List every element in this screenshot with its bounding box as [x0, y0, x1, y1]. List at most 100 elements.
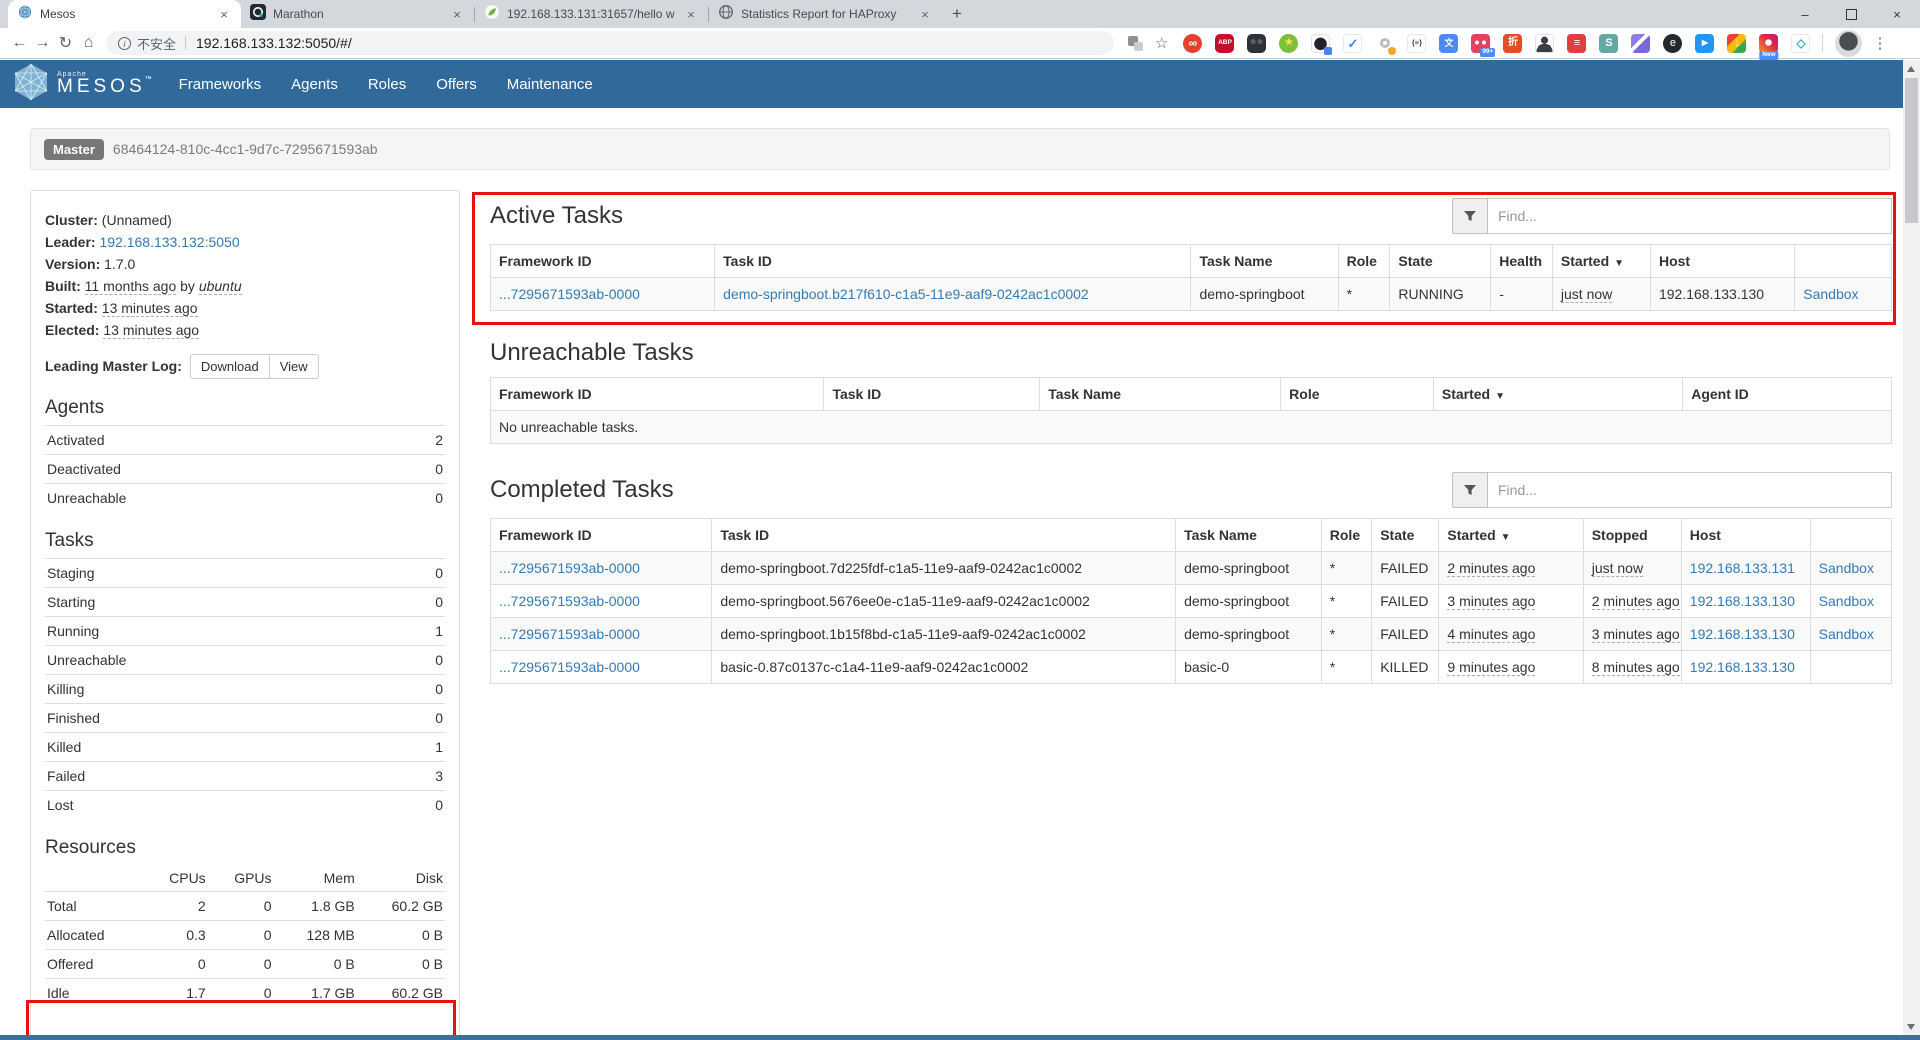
- tab-close-icon[interactable]: ×: [216, 7, 232, 22]
- extension-adblock-plus-icon[interactable]: ABP: [1215, 34, 1234, 53]
- extension-camera-new-icon[interactable]: New: [1759, 34, 1778, 53]
- col-task-name[interactable]: Task Name: [1040, 378, 1281, 411]
- window-minimize-button[interactable]: –: [1782, 0, 1828, 28]
- col-stopped[interactable]: Stopped: [1583, 519, 1681, 552]
- health-cell: -: [1491, 278, 1553, 311]
- extension-purple-edit-icon[interactable]: [1631, 34, 1650, 53]
- browser-menu-icon[interactable]: ⋮: [1872, 34, 1886, 52]
- leader-link[interactable]: 192.168.133.132:5050: [99, 234, 239, 250]
- mesos-logo[interactable]: ApacheMESOS™: [0, 63, 164, 106]
- nav-agents[interactable]: Agents: [291, 76, 338, 93]
- extension-vpn-infinity-icon[interactable]: ∞: [1183, 34, 1202, 53]
- extension-e-circle-icon[interactable]: e: [1663, 34, 1682, 53]
- scrollbar-thumb[interactable]: [1905, 78, 1918, 223]
- window-close-button[interactable]: ×: [1874, 0, 1920, 28]
- window-restore-button[interactable]: [1828, 0, 1874, 28]
- extension-translate-icon[interactable]: 文: [1439, 34, 1458, 53]
- scroll-down-icon[interactable]: [1907, 1024, 1915, 1030]
- col-started[interactable]: Started▼: [1439, 519, 1583, 552]
- home-button[interactable]: ⌂: [77, 34, 100, 52]
- back-button[interactable]: ←: [8, 34, 31, 52]
- col-state[interactable]: State: [1372, 519, 1439, 552]
- sort-desc-icon: ▼: [1495, 391, 1505, 402]
- host-link[interactable]: 192.168.133.131: [1690, 560, 1795, 576]
- filter-funnel-button[interactable]: [1452, 198, 1488, 234]
- col-task-id[interactable]: Task ID: [712, 519, 1176, 552]
- tab-hello-app[interactable]: 192.168.133.131:31657/hello w ×: [475, 0, 708, 28]
- page-scrollbar[interactable]: [1903, 60, 1920, 1040]
- extension-red-notes-icon[interactable]: ≡: [1567, 34, 1586, 53]
- col-role[interactable]: Role: [1338, 245, 1390, 278]
- col-host[interactable]: Host: [1681, 519, 1810, 552]
- nav-frameworks[interactable]: Frameworks: [179, 76, 262, 93]
- log-download-button[interactable]: Download: [190, 354, 270, 379]
- tab-close-icon[interactable]: ×: [917, 7, 933, 22]
- tab-haproxy-stats[interactable]: Statistics Report for HAProxy ×: [709, 0, 942, 28]
- nav-offers[interactable]: Offers: [436, 76, 477, 93]
- extension-share-pages-icon[interactable]: ▶: [1695, 34, 1714, 53]
- col-role[interactable]: Role: [1281, 378, 1434, 411]
- col-framework-id[interactable]: Framework ID: [491, 519, 712, 552]
- col-task-id[interactable]: Task ID: [824, 378, 1040, 411]
- extension-downloader-icon[interactable]: ↓: [1727, 34, 1746, 53]
- extension-green-star-icon[interactable]: ★: [1279, 34, 1298, 53]
- extension-user-switch-icon[interactable]: [1535, 34, 1554, 53]
- host-link[interactable]: 192.168.133.130: [1690, 626, 1795, 642]
- active-tasks-find-input[interactable]: [1488, 198, 1892, 234]
- col-framework-id[interactable]: Framework ID: [491, 245, 715, 278]
- host-link[interactable]: 192.168.133.130: [1690, 659, 1795, 675]
- sandbox-link[interactable]: Sandbox: [1819, 593, 1874, 609]
- col-started[interactable]: Started▼: [1552, 245, 1650, 278]
- tab-close-icon[interactable]: ×: [449, 7, 465, 22]
- extension-hex-mesh-icon[interactable]: ◇: [1791, 34, 1810, 53]
- framework-id-link[interactable]: ...7295671593ab-0000: [499, 626, 640, 642]
- unreachable-tasks-table: Framework ID Task ID Task Name Role Star…: [490, 377, 1892, 444]
- log-view-button[interactable]: View: [270, 354, 319, 379]
- col-role[interactable]: Role: [1321, 519, 1371, 552]
- extension-dark-mask-icon[interactable]: [1247, 34, 1266, 53]
- host-link[interactable]: 192.168.133.130: [1690, 593, 1795, 609]
- sandbox-link[interactable]: Sandbox: [1819, 560, 1874, 576]
- extension-video-badge-icon[interactable]: 99+: [1471, 34, 1490, 53]
- forward-button[interactable]: →: [31, 34, 54, 52]
- profile-avatar[interactable]: [1835, 30, 1862, 57]
- col-health[interactable]: Health: [1491, 245, 1553, 278]
- col-task-name[interactable]: Task Name: [1191, 245, 1338, 278]
- translate-page-icon[interactable]: [1128, 36, 1143, 51]
- tab-close-icon[interactable]: ×: [683, 7, 699, 22]
- col-task-name[interactable]: Task Name: [1176, 519, 1322, 552]
- framework-id-link[interactable]: ...7295671593ab-0000: [499, 560, 640, 576]
- completed-tasks-find-input[interactable]: [1488, 472, 1892, 508]
- col-agent-id[interactable]: Agent ID: [1683, 378, 1892, 411]
- bookmark-star-icon[interactable]: ☆: [1155, 34, 1168, 52]
- task-id-link[interactable]: demo-springboot.b217f610-c1a5-11e9-aaf9-…: [723, 286, 1089, 302]
- col-host[interactable]: Host: [1650, 245, 1794, 278]
- col-task-id[interactable]: Task ID: [715, 245, 1191, 278]
- address-bar[interactable]: i 不安全 192.168.133.132:5050/#/: [106, 31, 1114, 55]
- sandbox-link[interactable]: Sandbox: [1819, 626, 1874, 642]
- reload-button[interactable]: ↻: [54, 33, 77, 53]
- extension-octocat-icon[interactable]: [1311, 34, 1330, 53]
- filter-funnel-button[interactable]: [1452, 472, 1488, 508]
- col-framework-id[interactable]: Framework ID: [491, 378, 824, 411]
- tab-title: 192.168.133.131:31657/hello w: [507, 7, 676, 21]
- tab-marathon[interactable]: Marathon ×: [241, 0, 474, 28]
- version-value: 1.7.0: [104, 256, 135, 272]
- framework-id-link[interactable]: ...7295671593ab-0000: [499, 659, 640, 675]
- extension-gray-ring-icon[interactable]: [1375, 34, 1394, 53]
- scroll-up-icon[interactable]: [1907, 66, 1915, 72]
- framework-id-link[interactable]: ...7295671593ab-0000: [499, 286, 640, 302]
- nav-roles[interactable]: Roles: [368, 76, 406, 93]
- nav-maintenance[interactable]: Maintenance: [507, 76, 593, 93]
- sandbox-link[interactable]: Sandbox: [1803, 286, 1858, 302]
- extension-check-todo-icon[interactable]: ✓: [1343, 34, 1362, 53]
- col-state[interactable]: State: [1390, 245, 1491, 278]
- extension-s-reader-icon[interactable]: S: [1599, 34, 1618, 53]
- framework-id-link[interactable]: ...7295671593ab-0000: [499, 593, 640, 609]
- new-tab-button[interactable]: +: [942, 0, 972, 28]
- extension-coupon-zhe-icon[interactable]: 折: [1503, 34, 1522, 53]
- extension-json-formatter-icon[interactable]: {≡}: [1407, 34, 1426, 53]
- page-info-icon[interactable]: i: [118, 37, 131, 50]
- col-started[interactable]: Started▼: [1433, 378, 1682, 411]
- tab-mesos[interactable]: Mesos ×: [8, 0, 241, 28]
